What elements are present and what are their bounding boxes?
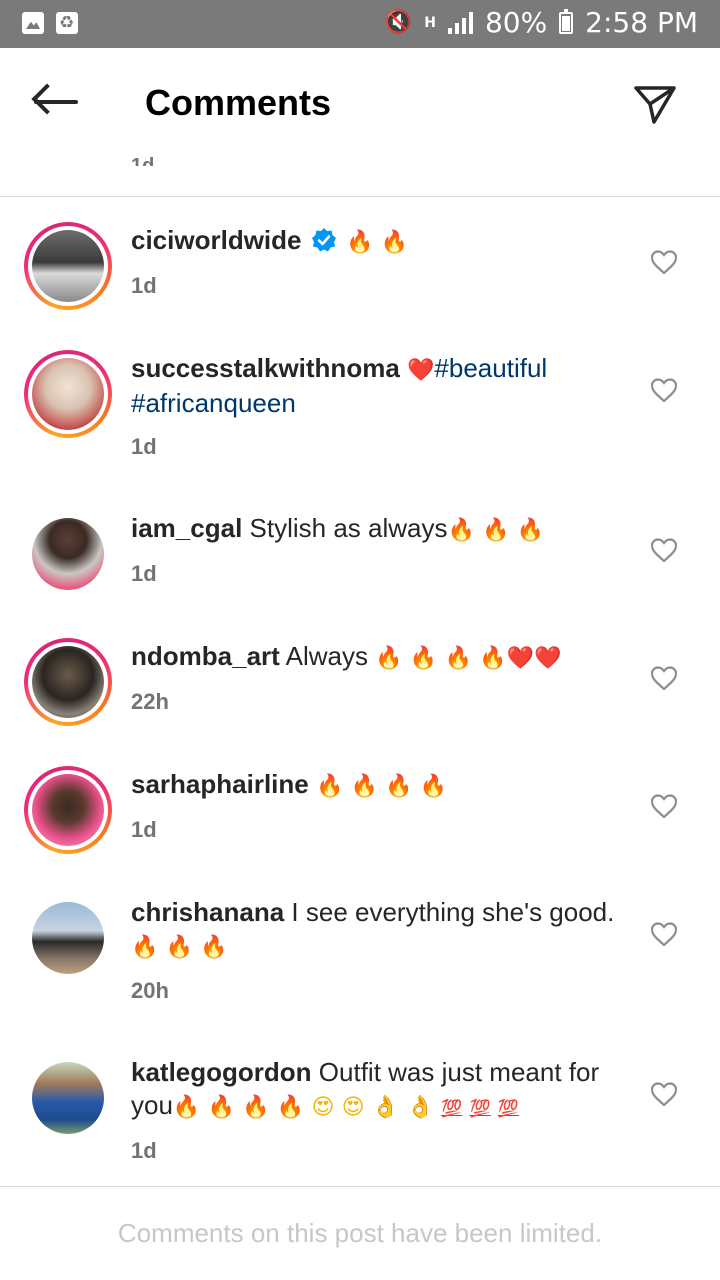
emoji-heart-eyes: 😍 [311, 1095, 335, 1120]
emoji-fire: 🔥 [409, 646, 438, 671]
emoji-fire: 🔥 [419, 774, 448, 799]
comments-footer: Comments on this post have been limited. [0, 1186, 720, 1280]
emoji-fire: 🔥 [242, 1095, 270, 1120]
heart-like-icon[interactable] [650, 921, 678, 947]
emoji-fire: 🔥 [200, 935, 228, 960]
heart-like-icon[interactable] [650, 793, 678, 819]
comment-username[interactable]: ndomba_art [131, 641, 280, 671]
emoji-fire: 🔥 [375, 646, 403, 671]
verified-badge-icon [311, 228, 336, 252]
heart-like-icon[interactable] [650, 665, 678, 691]
emoji-fire: 🔥 [479, 646, 507, 671]
avatar[interactable] [24, 638, 112, 726]
emoji-heart-eyes: 😍 [341, 1095, 365, 1120]
emoji-hundred: 💯 [497, 1099, 520, 1119]
emoji-fire: 🔥 [350, 774, 379, 799]
emoji-fire: 🔥 [315, 774, 344, 799]
hashtag-link[interactable]: #beautiful [434, 353, 547, 383]
network-type: H [424, 14, 436, 31]
comment-time: 1d [131, 434, 157, 459]
app-header: Comments [0, 48, 720, 154]
avatar[interactable] [32, 1062, 104, 1134]
header-divider [0, 196, 720, 197]
avatar[interactable] [32, 902, 104, 974]
recycle-notification-icon [56, 12, 78, 34]
comment-username[interactable]: ciciworldwide [131, 225, 302, 255]
avatar[interactable] [24, 350, 112, 438]
emoji-hundred: 💯 [441, 1099, 463, 1119]
emoji-hundred: 💯 [469, 1099, 491, 1119]
cutoff-comment-time: 1d [131, 155, 155, 166]
emoji-fire: 🔥 [385, 774, 413, 799]
system-indicators: 🔇 H 80% 2:58 PM [385, 6, 698, 39]
heart-like-icon[interactable] [650, 377, 678, 403]
comment-username[interactable]: successtalkwithnoma [131, 353, 400, 383]
emoji-heart: ❤️ [506, 646, 534, 671]
emoji-fire: 🔥 [207, 1095, 235, 1120]
signal-icon [447, 11, 473, 34]
comment-text: Always [285, 641, 368, 671]
emoji-fire: 🔥 [444, 646, 472, 671]
heart-like-icon[interactable] [650, 249, 678, 275]
emoji-fire: 🔥 [345, 230, 374, 255]
back-arrow-icon[interactable] [30, 82, 82, 122]
battery-icon [559, 8, 574, 34]
comment-username[interactable]: sarhaphairline [131, 769, 309, 799]
emoji-fire: 🔥 [172, 1095, 201, 1120]
emoji-fire: 🔥 [380, 230, 409, 255]
comments-limited-notice: Comments on this post have been limited. [117, 1218, 603, 1248]
comment-text: Stylish as always [249, 513, 448, 543]
gallery-notification-icon [22, 12, 44, 34]
page-title: Comments [145, 82, 332, 123]
comment-time: 1d [131, 561, 157, 586]
emoji-ok-hand: 👌 [371, 1095, 400, 1120]
battery-percent: 80% [484, 6, 548, 39]
hashtag-link[interactable]: #africanqueen [131, 388, 296, 418]
emoji-heart: ❤️ [407, 358, 435, 383]
comment-text: I see everything she's good. [291, 897, 615, 927]
share-send-icon[interactable] [630, 78, 680, 128]
heart-like-icon[interactable] [650, 1081, 678, 1107]
comment-username[interactable]: iam_cgal [131, 513, 242, 543]
avatar[interactable] [32, 518, 104, 590]
avatar[interactable] [24, 222, 112, 310]
emoji-fire: 🔥 [165, 935, 194, 960]
notification-icons [22, 12, 78, 34]
emoji-fire: 🔥 [447, 518, 475, 543]
emoji-ok-hand: 👌 [406, 1095, 434, 1120]
comment-time: 1d [131, 817, 157, 842]
comment-time: 1d [131, 1138, 157, 1163]
emoji-fire: 🔥 [131, 935, 159, 960]
comment-username[interactable]: chrishanana [131, 897, 284, 927]
emoji-fire: 🔥 [516, 518, 545, 543]
mute-icon: 🔇 [384, 10, 413, 35]
emoji-fire: 🔥 [482, 518, 510, 543]
emoji-fire: 🔥 [276, 1095, 305, 1120]
clock: 2:58 PM [585, 6, 698, 39]
comment-username[interactable]: katlegogordon [131, 1057, 312, 1087]
comment-time: 22h [131, 689, 169, 714]
heart-like-icon[interactable] [650, 537, 678, 563]
status-bar: 🔇 H 80% 2:58 PM [0, 0, 720, 48]
comment-time: 20h [131, 978, 169, 1003]
emoji-heart: ❤️ [533, 646, 562, 671]
avatar[interactable] [24, 766, 112, 854]
comment-time: 1d [131, 273, 157, 298]
